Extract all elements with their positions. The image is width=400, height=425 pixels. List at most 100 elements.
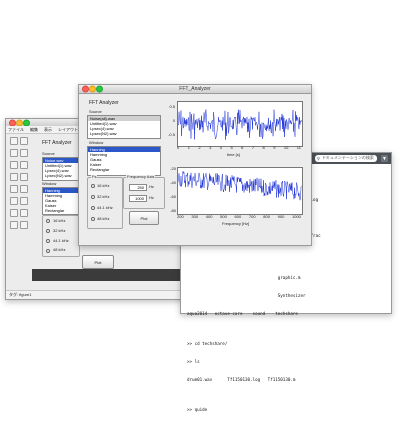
axes-tool-icon[interactable] xyxy=(10,173,18,181)
y-tick-label: -0.5 xyxy=(168,132,175,137)
fs-radio-48k[interactable] xyxy=(46,249,50,253)
x-tick-label: 300 xyxy=(191,214,199,219)
back-window-list[interactable]: Hanning Hamming Gauss Kaiser Rectanglar xyxy=(42,187,82,215)
y-tick-label: -80 xyxy=(170,208,176,213)
minimize-button[interactable] xyxy=(89,85,96,93)
fs-label: 44.1 kHz xyxy=(53,238,69,243)
spectrum-plot[interactable] xyxy=(177,167,303,215)
x-tick-label: 900 xyxy=(277,214,285,219)
search-placeholder: ドキュメンテーションの検索 xyxy=(321,155,374,161)
arrow-tool-icon[interactable] xyxy=(10,209,18,217)
back-sources-list[interactable]: Noise.wav Untitled(1).wav Lpsec(4).wav L… xyxy=(42,157,82,181)
x-tick-label: 1000 xyxy=(292,214,301,219)
minimize-button[interactable] xyxy=(16,119,23,126)
grid-tool-icon[interactable] xyxy=(20,185,28,193)
back-fs-group: 16 kHz 32 kHz 44.1 kHz 48 kHz xyxy=(42,215,80,257)
zoom-button[interactable] xyxy=(96,85,103,93)
tool-palette xyxy=(8,135,30,285)
menu-view[interactable]: 表示 xyxy=(44,126,52,133)
hz-unit-label: Hz xyxy=(149,184,154,189)
zoom-in-tool-icon[interactable] xyxy=(20,137,28,145)
menu-edit[interactable]: 編集 xyxy=(30,126,38,133)
fs-label: 32 kHz xyxy=(53,228,66,233)
terminal-line: Synthesizer xyxy=(187,293,306,298)
fft-analyzer-window: FFT_Analyzer FFT Analyzer Source Noise(a… xyxy=(78,84,312,246)
text-tool-icon[interactable] xyxy=(10,197,18,205)
colorbar-tool-icon[interactable] xyxy=(10,185,18,193)
spectrum-line xyxy=(178,171,302,201)
y-tick-label: -20 xyxy=(170,166,176,171)
terminal-line: >> ls xyxy=(187,359,200,364)
fs-radio-32k[interactable] xyxy=(46,229,50,233)
time-x-ticks: 0 1 2 3 4 5 6 7 8 9 10 11 xyxy=(177,145,301,151)
rotate-tool-icon[interactable] xyxy=(20,149,28,157)
rect-tool-icon[interactable] xyxy=(20,209,28,217)
line-tool-icon[interactable] xyxy=(20,197,28,205)
zoom-button[interactable] xyxy=(23,119,30,126)
front-sources-list[interactable]: Noise(all).wav Untitled(1).wav Lpsec(4).… xyxy=(87,115,161,139)
x-tick-label: 11 xyxy=(296,145,301,150)
fs-group: Fs 16 kHz 32 kHz 44.1 kHz 48 kHz xyxy=(87,174,123,229)
fs-group-label: Fs xyxy=(91,174,98,180)
frequency-axis-group: Frequency Axis 250 Hz 1000 Hz xyxy=(123,174,165,209)
fs-label: 16 kHz xyxy=(53,218,66,223)
terminal-line: >> quide xyxy=(187,407,208,412)
pan-tool-icon[interactable] xyxy=(10,149,18,157)
terminal-line: graphic.m xyxy=(187,275,301,280)
terminal-line: aqua2014 octave-core sound techshare xyxy=(187,311,298,316)
ellipse-tool-icon[interactable] xyxy=(10,221,18,229)
menu-file[interactable]: ファイル xyxy=(8,126,24,133)
x-tick-label: 8 xyxy=(262,145,265,150)
freq-max-field[interactable]: 1000 xyxy=(129,195,147,202)
x-tick-label: 400 xyxy=(205,214,213,219)
time-signal-line xyxy=(178,109,302,140)
hz-unit-label: Hz xyxy=(149,195,154,200)
image-tool-icon[interactable] xyxy=(20,221,28,229)
close-button[interactable] xyxy=(9,119,16,126)
filter-icon[interactable]: ▼ xyxy=(381,155,388,162)
fs-radio-441k[interactable] xyxy=(46,239,50,243)
legend-tool-icon[interactable] xyxy=(20,173,28,181)
menu-layout[interactable]: レイアウト xyxy=(58,126,78,133)
pointer-tool-icon[interactable] xyxy=(10,137,18,145)
list-item[interactable]: Lpsec(N2).wav xyxy=(88,131,160,136)
y-tick-label: 0 xyxy=(172,118,175,123)
plot-button[interactable]: Plot xyxy=(129,211,159,225)
fs-label: 16 kHz xyxy=(97,183,110,188)
fs-radio-32k[interactable] xyxy=(91,195,95,199)
close-button[interactable] xyxy=(82,85,89,93)
fs-label: 48 kHz xyxy=(53,247,66,252)
fs-radio-441k[interactable] xyxy=(91,206,95,210)
time-signal-svg xyxy=(178,109,302,140)
front-window-titlebar: FFT_Analyzer xyxy=(79,85,311,94)
fs-radio-16k[interactable] xyxy=(91,184,95,188)
freq-xlabel: Frequency [Hz] xyxy=(222,221,250,226)
freq-x-ticks: 200 300 400 500 600 700 800 900 1000 xyxy=(177,214,301,220)
list-item[interactable]: Rectanglar xyxy=(88,167,160,172)
status-text: タグ: figure1 xyxy=(9,292,32,297)
list-item[interactable]: Lpsec(N2).wav xyxy=(43,173,81,178)
x-tick-label: 600 xyxy=(234,214,242,219)
x-tick-label: 10 xyxy=(283,145,289,150)
back-plot-button[interactable]: Plot xyxy=(82,255,114,269)
terminal-line: drum01.wav Tf1150130.log Tf1150130.m xyxy=(187,377,296,382)
frequency-axis-label: Frequency Axis xyxy=(126,174,156,180)
time-signal-plot[interactable] xyxy=(177,101,303,147)
y-tick-label: -60 xyxy=(170,194,176,199)
data-cursor-icon[interactable] xyxy=(10,161,18,169)
list-item[interactable]: Rectanglar xyxy=(43,208,81,213)
brush-tool-icon[interactable] xyxy=(20,161,28,169)
y-tick-label: 0.5 xyxy=(169,104,175,109)
fs-radio-16k[interactable] xyxy=(46,219,50,223)
back-statusbar: タグ: figure1 倍率 xyxy=(6,290,191,299)
fs-radio-48k[interactable] xyxy=(91,217,95,221)
front-window-list[interactable]: Hanning Hamming Gauss Kaiser Rectanglar xyxy=(87,146,161,176)
x-tick-label: 800 xyxy=(263,214,270,219)
time-xlabel: time [s] xyxy=(227,152,240,157)
x-tick-label: 9 xyxy=(273,145,276,150)
front-sources-label: Source xyxy=(89,109,102,114)
x-tick-label: 1 xyxy=(187,145,190,150)
spectrum-svg xyxy=(178,171,302,201)
doc-search-box[interactable]: ⚲ ドキュメンテーションの検索 xyxy=(315,155,377,162)
freq-min-field[interactable]: 250 xyxy=(129,184,147,191)
